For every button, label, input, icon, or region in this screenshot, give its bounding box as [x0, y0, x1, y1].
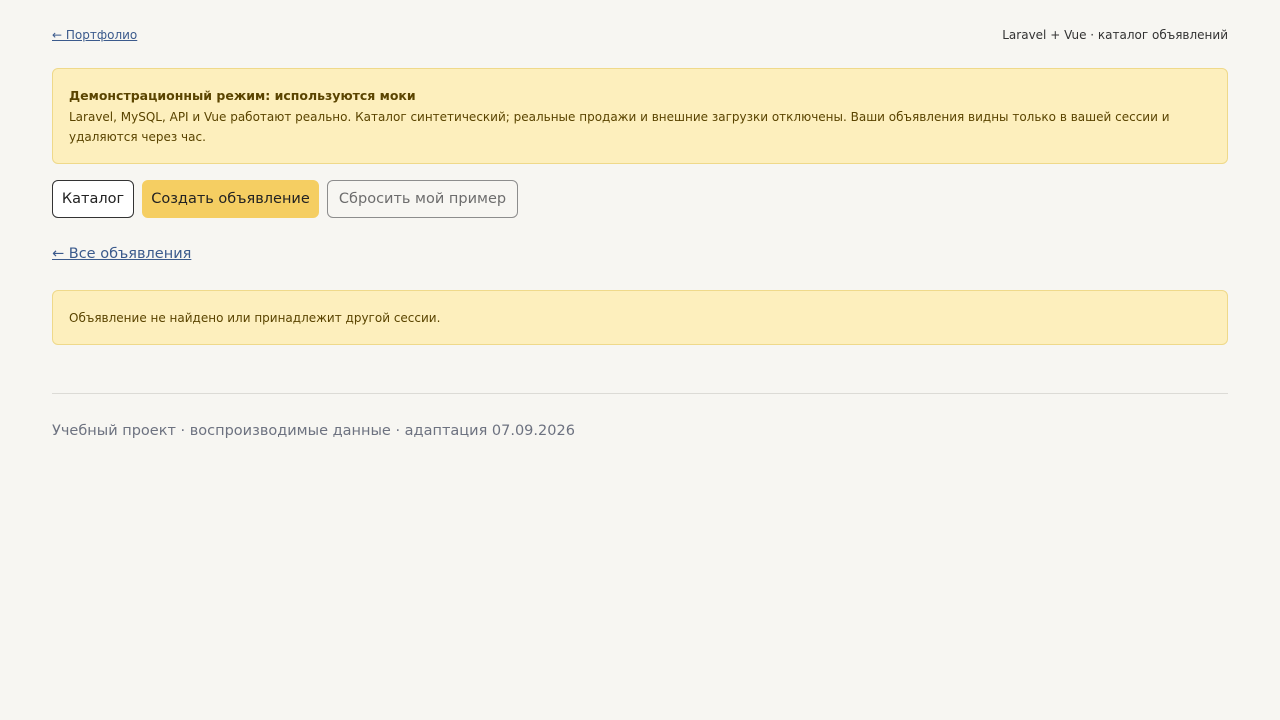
catalog-button[interactable]: Каталог: [52, 180, 134, 218]
demo-mode-banner: Демонстрационный режим: используются мок…: [52, 68, 1228, 164]
demo-banner-text: Laravel, MySQL, API и Vue работают реаль…: [69, 110, 1170, 144]
top-bar: ← Портфолио Laravel + Vue · каталог объя…: [52, 26, 1228, 44]
listing-not-found-notice: Объявление не найдено или принадлежит др…: [52, 290, 1228, 345]
demo-banner-title: Демонстрационный режим: используются мок…: [69, 88, 416, 103]
create-listing-button[interactable]: Создать объявление: [142, 180, 319, 218]
reset-example-button[interactable]: Сбросить мой пример: [327, 180, 518, 218]
notice-text: Объявление не найдено или принадлежит др…: [69, 310, 441, 325]
app-tagline: Laravel + Vue · каталог объявлений: [1002, 28, 1228, 42]
page: ← Портфолио Laravel + Vue · каталог объя…: [0, 0, 1280, 720]
all-listings-link[interactable]: ← Все объявления: [52, 244, 191, 264]
footer-text: Учебный проект · воспроизводимые данные …: [52, 423, 575, 439]
footer-divider: [52, 393, 1228, 394]
action-buttons: Каталог Создать объявление Сбросить мой …: [52, 180, 518, 218]
portfolio-link[interactable]: ← Портфолио: [52, 28, 137, 42]
